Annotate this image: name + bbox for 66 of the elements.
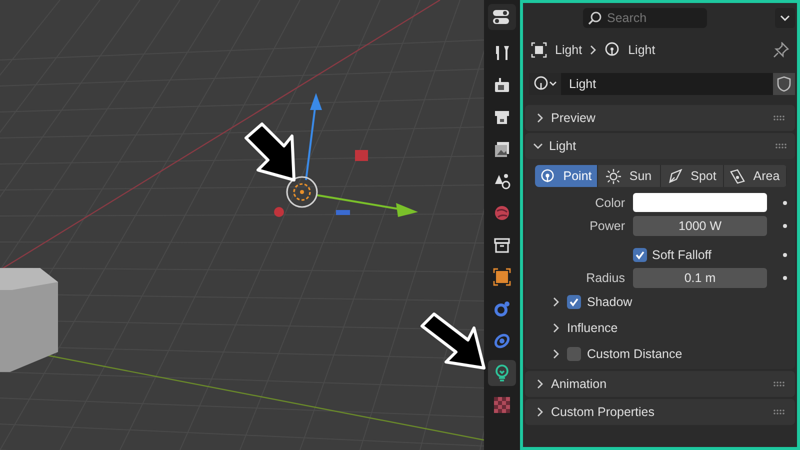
keyframe-dot-icon[interactable] xyxy=(783,224,787,228)
light-type-tab[interactable]: Spot xyxy=(661,165,724,187)
ring-icon xyxy=(493,332,511,350)
fake-user-button[interactable] xyxy=(773,73,795,95)
property-label: Color xyxy=(594,196,625,210)
camera-icon xyxy=(493,76,511,94)
pin-icon[interactable] xyxy=(773,42,789,58)
light-bulb-icon xyxy=(540,168,556,184)
keyframe-dot-icon[interactable] xyxy=(783,252,787,256)
light-type-tab[interactable]: Area xyxy=(724,165,787,187)
number-field[interactable]: 1000 W xyxy=(633,216,767,236)
grip-icon xyxy=(773,115,785,121)
light-bulb-dropdown-icon xyxy=(533,76,557,92)
checkmark-icon xyxy=(635,250,645,260)
number-field[interactable]: 0.1 m xyxy=(633,268,767,288)
checkbox[interactable] xyxy=(567,295,581,309)
dropdown-button[interactable] xyxy=(775,8,795,28)
color-swatch[interactable] xyxy=(633,193,767,212)
image-stack-icon xyxy=(493,140,511,158)
panel-header[interactable]: Custom Properties xyxy=(525,399,795,425)
checkbox[interactable] xyxy=(633,248,647,262)
chevron-right-icon xyxy=(590,45,596,55)
square-icon xyxy=(493,268,511,286)
grip-icon xyxy=(773,381,785,387)
sun-icon xyxy=(606,168,622,184)
toggle-icon xyxy=(492,9,512,25)
shield-icon xyxy=(777,76,791,92)
orbit-icon xyxy=(493,300,511,318)
panel-header[interactable]: Animation xyxy=(525,371,795,397)
keyframe-dot-icon[interactable] xyxy=(783,200,787,204)
search-icon xyxy=(588,11,602,25)
property-label: Radius xyxy=(585,270,625,284)
chevron-down-icon xyxy=(780,15,790,21)
light-type-tab[interactable]: Point xyxy=(535,165,598,187)
light-bulb-icon xyxy=(604,42,620,58)
light-tab[interactable] xyxy=(488,360,516,386)
shapes-icon xyxy=(493,172,511,190)
checkbox[interactable] xyxy=(567,347,581,361)
globe-icon xyxy=(493,204,511,222)
box-icon xyxy=(493,236,511,254)
name-field[interactable]: Light xyxy=(561,73,773,95)
wrench-screwdriver-icon xyxy=(493,44,511,62)
checker-icon xyxy=(493,396,511,414)
grip-icon xyxy=(775,143,787,149)
pointer-arrow-icon xyxy=(244,122,296,182)
breadcrumb-text: Light xyxy=(555,43,582,57)
area-light-icon xyxy=(730,168,746,184)
spotlight-icon xyxy=(668,168,683,184)
subpanel-header[interactable]: Influence xyxy=(525,315,795,341)
checkmark-icon xyxy=(569,297,579,307)
search-field[interactable]: Search xyxy=(583,8,707,28)
keyframe-dot-icon[interactable] xyxy=(783,276,787,280)
editor-type-button[interactable] xyxy=(488,4,516,30)
light-bulb-icon xyxy=(493,364,511,382)
grip-icon xyxy=(773,409,785,415)
panel-header[interactable]: Preview xyxy=(525,105,795,131)
checkbox-label: Soft Falloff xyxy=(652,248,712,262)
breadcrumb-text: Light xyxy=(628,43,656,57)
light-object-icon xyxy=(286,176,318,208)
light-type-tab[interactable]: Sun xyxy=(598,165,661,187)
subpanel-header[interactable]: Shadow xyxy=(525,289,795,315)
printer-icon xyxy=(493,108,511,126)
property-label: Power xyxy=(588,218,625,232)
object-icon xyxy=(531,42,547,58)
panel-header[interactable]: Light xyxy=(525,133,795,159)
subpanel-header[interactable]: Custom Distance xyxy=(525,341,795,367)
